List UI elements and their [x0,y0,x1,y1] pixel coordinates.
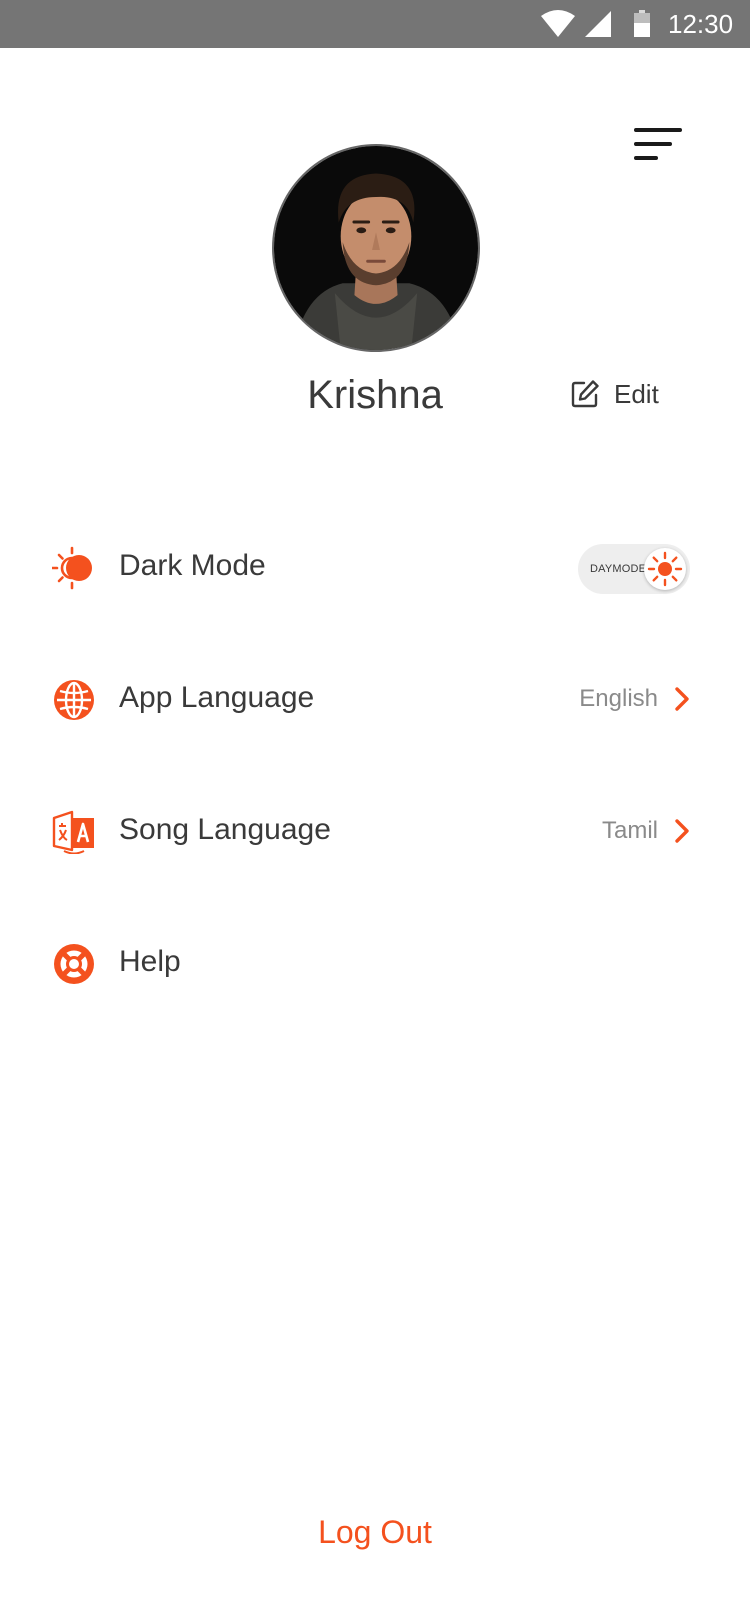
logout-button[interactable]: Log Out [250,1510,500,1554]
day-mode-toggle[interactable]: DAYMODE [578,544,690,594]
profile-name: Krishna [307,373,443,417]
status-time: 12:30 [668,9,734,39]
avatar [272,144,480,352]
status-bar: 12:30 [0,0,750,48]
help-label: Help [119,945,181,978]
chevron-right-icon [675,687,689,711]
song-language-label: Song Language [119,813,331,846]
settings-row-app-language[interactable]: App Language English [0,658,750,738]
translate-icon [52,810,94,854]
app-language-label: App Language [119,681,315,714]
edit-label: Edit [614,378,659,409]
edit-profile-button[interactable]: Edit [570,374,659,414]
battery-icon [634,10,650,37]
sun-icon [647,551,683,587]
hamburger-menu-icon[interactable] [634,126,684,162]
settings-row-dark-mode: Dark Mode DAYMODE [0,526,750,606]
lifebuoy-icon [54,944,94,984]
profile-settings-screen: 12:30 Krishna Edit Dark Mode DAYMODE App… [0,0,750,1624]
settings-row-help[interactable]: Help [0,922,750,1002]
chevron-right-icon [675,819,689,843]
edit-icon [571,380,599,408]
app-language-value: English [579,685,658,712]
wifi-icon [541,10,575,37]
day-mode-toggle-label: DAYMODE [590,563,647,575]
day-night-icon [52,546,92,590]
dark-mode-label: Dark Mode [119,549,266,582]
toggle-knob[interactable] [644,548,686,590]
song-language-value: Tamil [601,817,658,844]
globe-icon [54,680,94,720]
cellular-signal-icon [585,11,611,37]
settings-row-song-language[interactable]: Song Language Tamil [0,790,750,870]
